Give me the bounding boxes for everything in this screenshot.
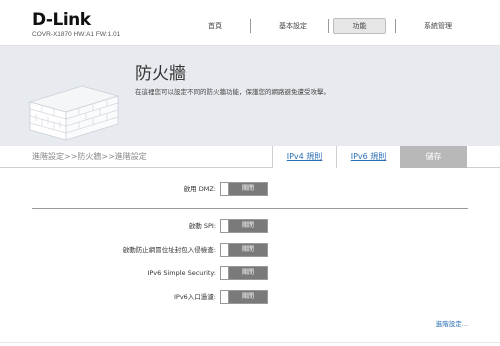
toggle-knob <box>221 291 229 303</box>
ipv6-rules-link[interactable]: IPv6 規則 <box>336 146 400 168</box>
main-nav: 首頁 基本設定 功能 系統管理 <box>180 18 490 34</box>
firewall-wall-icon <box>28 85 120 141</box>
page-banner: 防火牆 在這裡您可以設定不同的防火牆功能，保護您的網路避免遭受攻擊。 <box>0 46 500 146</box>
setting-row-ipv6-simple-security: IPv6 Simple Security: 關閉 <box>0 266 500 280</box>
toggle-knob <box>221 220 229 232</box>
page-title: 防火牆 <box>135 64 186 84</box>
toggle-knob <box>221 267 229 279</box>
advanced-settings-link[interactable]: 進階設定... <box>436 318 468 328</box>
toggle-knob <box>221 183 229 195</box>
spi-toggle[interactable]: 關閉 <box>220 219 268 233</box>
anti-spoof-toggle[interactable]: 關閉 <box>220 243 268 257</box>
model-info: COVR-X1870 HW:A1 FW:1.01 <box>32 31 121 38</box>
toggle-state: 關閉 <box>229 220 267 232</box>
action-bar: 進階設定>>防火牆>>進階設定 IPv4 規則 IPv6 規則 儲存 <box>0 146 500 168</box>
nav-home[interactable]: 首頁 <box>180 18 250 34</box>
breadcrumb: 進階設定>>防火牆>>進階設定 <box>32 152 147 161</box>
footer-divider <box>0 342 500 343</box>
ipv6-simple-security-label: IPv6 Simple Security: <box>147 269 216 277</box>
nav-divider <box>250 19 251 33</box>
toggle-knob <box>221 244 229 256</box>
dmz-toggle[interactable]: 關閉 <box>220 182 268 196</box>
nav-divider <box>395 19 396 33</box>
toggle-state: 關閉 <box>229 244 267 256</box>
toggle-state: 關閉 <box>229 183 267 195</box>
setting-row-dmz: 啟用 DMZ: 關閉 <box>0 182 500 196</box>
nav-divider <box>328 19 329 33</box>
nav-features[interactable]: 功能 <box>333 18 386 34</box>
top-header: D-Link COVR-X1870 HW:A1 FW:1.01 首頁 基本設定 … <box>0 0 500 46</box>
setting-row-anti-spoof: 啟動防止網冒位址封包入侵檢查: 關閉 <box>0 243 500 257</box>
dlink-logo: D-Link <box>32 10 91 30</box>
dmz-label: 啟用 DMZ: <box>183 185 216 193</box>
page-description: 在這裡您可以設定不同的防火牆功能，保護您的網路避免遭受攻擊。 <box>135 88 330 96</box>
toggle-state: 關閉 <box>229 291 267 303</box>
spi-label: 啟動 SPI: <box>188 222 216 230</box>
ipv6-simple-security-toggle[interactable]: 關閉 <box>220 266 268 280</box>
ipv6-ingress-toggle[interactable]: 關閉 <box>220 290 268 304</box>
anti-spoof-label: 啟動防止網冒位址封包入侵檢查: <box>122 246 216 254</box>
nav-system-management[interactable]: 系統管理 <box>406 18 470 34</box>
section-divider <box>32 208 468 209</box>
setting-row-spi: 啟動 SPI: 關閉 <box>0 219 500 233</box>
save-button[interactable]: 儲存 <box>400 146 467 168</box>
ipv4-rules-link[interactable]: IPv4 規則 <box>272 146 336 168</box>
toggle-state: 關閉 <box>229 267 267 279</box>
setting-row-ipv6-ingress: IPv6入口過濾: 關閉 <box>0 290 500 304</box>
nav-basic-settings[interactable]: 基本設定 <box>260 18 326 34</box>
ipv6-ingress-label: IPv6入口過濾: <box>173 293 216 301</box>
